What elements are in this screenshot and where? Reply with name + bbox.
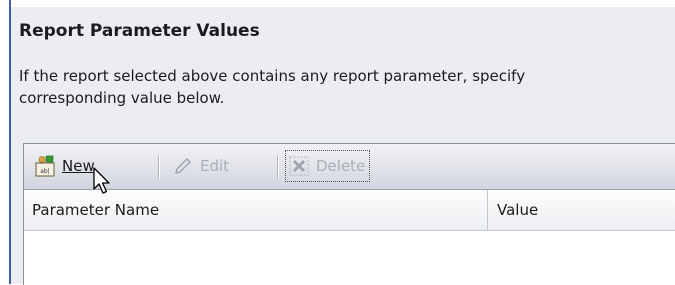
delete-button-label: Delete: [316, 157, 366, 175]
pencil-icon: [175, 158, 191, 174]
section-title: Report Parameter Values: [19, 21, 260, 41]
mouse-pointer-icon: [93, 167, 110, 194]
column-header-parameter-name[interactable]: Parameter Name: [32, 190, 159, 230]
edit-button-label: Edit: [200, 157, 230, 175]
delete-button[interactable]: Delete: [284, 150, 371, 182]
new-parameter-icon: ab|: [35, 155, 55, 177]
edit-button[interactable]: Edit: [172, 153, 229, 179]
description-line-2: corresponding value below.: [19, 89, 225, 107]
description-line-1: If the report selected above contains an…: [19, 67, 526, 85]
grid-toolbar: ab| New Edit Delete: [24, 144, 675, 190]
svg-text:ab|: ab|: [40, 168, 50, 175]
grid-header-row: Parameter Name Value: [24, 190, 675, 231]
new-button-label: New: [62, 157, 95, 175]
column-header-value[interactable]: Value: [497, 190, 538, 230]
parameter-grid: ab| New Edit Delete Parameter Name Value: [23, 143, 675, 285]
toolbar-separator: [277, 155, 278, 179]
delete-x-icon: [289, 156, 309, 176]
column-divider[interactable]: [487, 190, 488, 230]
toolbar-separator: [158, 155, 159, 179]
new-button[interactable]: ab| New: [34, 153, 95, 179]
section-description: If the report selected above contains an…: [19, 65, 675, 109]
